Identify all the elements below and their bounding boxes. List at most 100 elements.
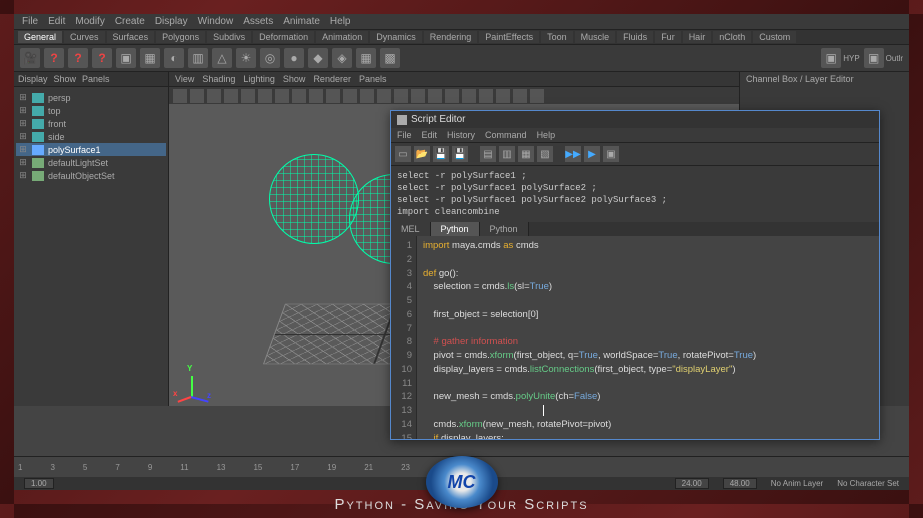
sphere-wireframe-1[interactable] [269, 154, 359, 244]
viewport-menu-view[interactable]: View [175, 74, 194, 84]
save-icon[interactable]: 💾 [433, 146, 449, 162]
vp-tool-13[interactable] [394, 89, 408, 103]
vp-tool-2[interactable] [207, 89, 221, 103]
vp-tool-9[interactable] [326, 89, 340, 103]
menu-file[interactable]: File [22, 16, 38, 27]
render3-icon[interactable]: ▩ [380, 48, 400, 68]
script-editor-window[interactable]: Script Editor File Edit History Command Help… [390, 110, 880, 440]
shelf-tab-subdivs[interactable]: Subdivs [207, 31, 251, 43]
mat-icon[interactable]: ● [284, 48, 304, 68]
clear-all-icon[interactable]: ▦ [518, 146, 534, 162]
viewport-menu-renderer[interactable]: Renderer [313, 74, 351, 84]
outliner-item-side[interactable]: ⊞side [16, 130, 166, 143]
vp-tool-14[interactable] [411, 89, 425, 103]
surf-icon[interactable]: ◐ [164, 48, 184, 68]
outliner-menu-panels[interactable]: Panels [82, 74, 110, 84]
shelf-tab-general[interactable]: General [18, 31, 62, 43]
viewport-menu-lighting[interactable]: Lighting [243, 74, 275, 84]
save-all-icon[interactable]: 💾 [452, 146, 468, 162]
hyp-button[interactable]: ▣ [821, 48, 841, 68]
shelf-tab-toon[interactable]: Toon [541, 31, 573, 43]
range-end[interactable]: 24.00 [675, 478, 709, 489]
outliner-item-polysurface1[interactable]: ⊞polySurface1 [16, 143, 166, 156]
shelf-tab-fluids[interactable]: Fluids [617, 31, 653, 43]
script-editor-title[interactable]: Script Editor [391, 111, 879, 128]
shelf-tab-animation[interactable]: Animation [316, 31, 368, 43]
shelf-tab-dynamics[interactable]: Dynamics [370, 31, 422, 43]
vp-tool-5[interactable] [258, 89, 272, 103]
outliner-item-top[interactable]: ⊞top [16, 104, 166, 117]
shelf-tab-custom[interactable]: Custom [753, 31, 796, 43]
anim-layer-dropdown[interactable]: No Anim Layer [771, 479, 823, 488]
script-tab-python-2[interactable]: Python [480, 222, 529, 236]
source-icon[interactable]: ▤ [480, 146, 496, 162]
tool1-icon[interactable]: ◆ [308, 48, 328, 68]
outlr-button[interactable]: ▣ [864, 48, 884, 68]
vp-tool-15[interactable] [428, 89, 442, 103]
shelf-tab-hair[interactable]: Hair [683, 31, 712, 43]
vp-tool-11[interactable] [360, 89, 374, 103]
shelf-tab-surfaces[interactable]: Surfaces [107, 31, 155, 43]
outliner-item-front[interactable]: ⊞front [16, 117, 166, 130]
render-icon[interactable]: ▣ [116, 48, 136, 68]
new-tab-icon[interactable]: ▭ [395, 146, 411, 162]
menu-modify[interactable]: Modify [75, 16, 104, 27]
se-menu-command[interactable]: Command [485, 130, 527, 140]
viewport-menu-shading[interactable]: Shading [202, 74, 235, 84]
vp-tool-4[interactable] [241, 89, 255, 103]
menu-edit[interactable]: Edit [48, 16, 65, 27]
shelf-tab-painteffects[interactable]: PaintEffects [479, 31, 539, 43]
outliner-item-persp[interactable]: ⊞persp [16, 91, 166, 104]
shelf-tab-deformation[interactable]: Deformation [253, 31, 314, 43]
vp-tool-0[interactable] [173, 89, 187, 103]
vp-tool-8[interactable] [309, 89, 323, 103]
shelf-tab-fur[interactable]: Fur [655, 31, 681, 43]
vp-tool-12[interactable] [377, 89, 391, 103]
help2-icon[interactable]: ? [68, 48, 88, 68]
se-menu-edit[interactable]: Edit [422, 130, 438, 140]
se-menu-help[interactable]: Help [537, 130, 556, 140]
exec-all-icon[interactable]: ▶ [584, 146, 600, 162]
vp-tool-16[interactable] [445, 89, 459, 103]
vp-tool-3[interactable] [224, 89, 238, 103]
vp-tool-6[interactable] [275, 89, 289, 103]
vp-tool-21[interactable] [530, 89, 544, 103]
outliner-menu-show[interactable]: Show [54, 74, 77, 84]
se-menu-file[interactable]: File [397, 130, 412, 140]
se-menu-history[interactable]: History [447, 130, 475, 140]
script-history-pane[interactable]: select -r polySurface1 ; select -r polyS… [391, 166, 879, 222]
shelf-tab-polygons[interactable]: Polygons [156, 31, 205, 43]
menu-animate[interactable]: Animate [283, 16, 320, 27]
script-code-pane[interactable]: 123456789101112131415161718 import maya.… [391, 236, 879, 439]
vp-tool-20[interactable] [513, 89, 527, 103]
shelf-tab-ncloth[interactable]: nCloth [713, 31, 751, 43]
range-max[interactable]: 48.00 [723, 478, 757, 489]
light-icon[interactable]: ☀ [236, 48, 256, 68]
viewport-menu-show[interactable]: Show [283, 74, 306, 84]
menu-assets[interactable]: Assets [243, 16, 273, 27]
shelf-add-icon[interactable]: ▣ [603, 146, 619, 162]
vp-tool-18[interactable] [479, 89, 493, 103]
vp-tool-10[interactable] [343, 89, 357, 103]
outliner-menu-display[interactable]: Display [18, 74, 48, 84]
cube-icon[interactable]: ▥ [188, 48, 208, 68]
script-tab-mel-0[interactable]: MEL [391, 222, 431, 236]
menu-create[interactable]: Create [115, 16, 145, 27]
menu-display[interactable]: Display [155, 16, 188, 27]
script-tab-python-1[interactable]: Python [431, 222, 480, 236]
exec-icon[interactable]: ▶▶ [565, 146, 581, 162]
outliner-item-defaultlightset[interactable]: ⊞defaultLightSet [16, 156, 166, 169]
shelf-tab-rendering[interactable]: Rendering [424, 31, 478, 43]
vp-tool-7[interactable] [292, 89, 306, 103]
outliner-item-defaultobjectset[interactable]: ⊞defaultObjectSet [16, 169, 166, 182]
clear-icon[interactable]: ▥ [499, 146, 515, 162]
lattice-icon[interactable]: ▦ [140, 48, 160, 68]
help3-icon[interactable]: ? [92, 48, 112, 68]
shelf-tab-curves[interactable]: Curves [64, 31, 105, 43]
cone-icon[interactable]: △ [212, 48, 232, 68]
render2-icon[interactable]: ▦ [356, 48, 376, 68]
history-icon[interactable]: ▧ [537, 146, 553, 162]
camera-icon[interactable]: 🎥 [20, 48, 40, 68]
code-lines[interactable]: import maya.cmds as cmds def go(): selec… [417, 236, 879, 439]
viewport-menu-panels[interactable]: Panels [359, 74, 387, 84]
